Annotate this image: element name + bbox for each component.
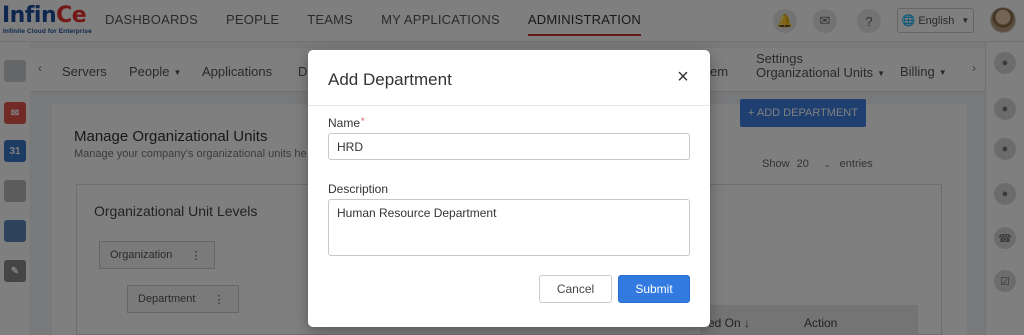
cancel-button[interactable]: Cancel	[539, 275, 612, 303]
required-mark: *	[361, 116, 365, 126]
close-icon[interactable]: ×	[674, 67, 692, 87]
description-label: Description	[328, 182, 389, 196]
name-field[interactable]	[328, 133, 690, 160]
name-label: Name*	[328, 116, 365, 130]
submit-button[interactable]: Submit	[618, 275, 690, 303]
description-field[interactable]: Human Resource Department	[328, 199, 690, 256]
modal-divider	[308, 105, 710, 106]
add-department-modal: Add Department × Name* Description Human…	[308, 50, 710, 327]
name-label-text: Name	[328, 116, 361, 130]
modal-title: Add Department	[328, 70, 452, 89]
